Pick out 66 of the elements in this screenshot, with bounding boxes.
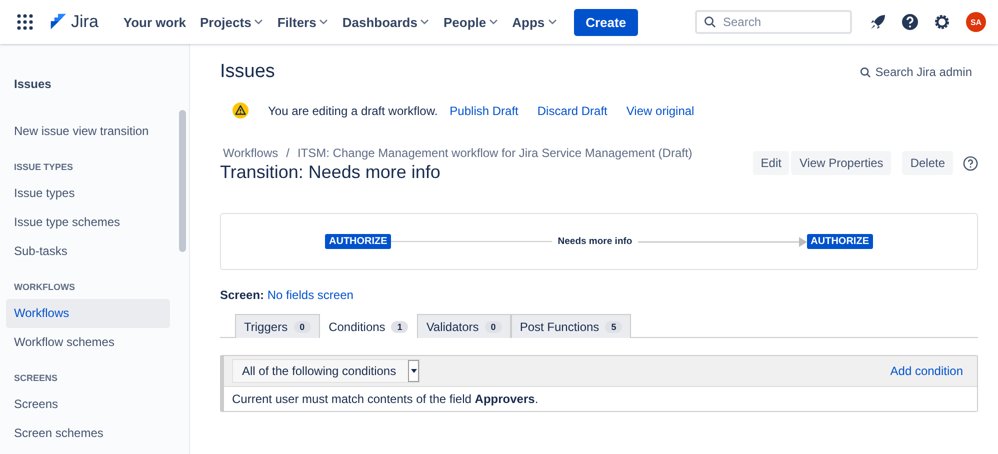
action-button[interactable]: Edit (752, 151, 790, 175)
draft-message: You are editing a draft workflow. (268, 104, 438, 118)
count-badge: 0 (484, 320, 502, 332)
sidebar-item[interactable]: Screens (6, 390, 170, 419)
user-avatar[interactable]: SA (966, 12, 986, 32)
logo-icon[interactable] (49, 13, 67, 31)
breadcrumb-link[interactable]: ITSM: Change Management workflow for Jira Service Management (Draft) (297, 146, 692, 160)
sidebar-title: Issues (13, 76, 52, 93)
nav-menu-item[interactable]: Filters (270, 10, 336, 34)
tab[interactable]: Validators 0 (417, 314, 511, 338)
rocket-icon[interactable] (869, 13, 887, 31)
tab[interactable]: Post Functions 5 (510, 314, 632, 338)
nav-menu-item[interactable]: Dashboards (335, 10, 436, 34)
scrollbar[interactable] (179, 110, 186, 252)
search-icon (704, 16, 716, 28)
sidebar-item[interactable]: Issue types (6, 179, 170, 208)
status-lozenge: AUTHORIZE (806, 234, 873, 249)
section-heading: SCREENS (13, 372, 59, 385)
chevron-down-icon (319, 19, 328, 25)
create-button[interactable]: Create (574, 8, 638, 36)
screen-link[interactable]: No fields screen (267, 288, 354, 302)
breadcrumb-separator: / (286, 146, 290, 160)
chevron-down-icon (254, 19, 264, 25)
nav-menu-item[interactable]: Projects (193, 10, 270, 34)
draft-action-link[interactable]: Discard Draft (537, 104, 608, 118)
arrow-head-icon (798, 236, 807, 246)
nav-menu-item[interactable]: Your work (116, 10, 194, 34)
transition-name: Needs more info (558, 236, 632, 247)
product-name[interactable]: Jira (71, 12, 98, 32)
chevron-down-icon (548, 19, 557, 25)
breadcrumb-link[interactable]: Workflows (223, 146, 278, 160)
draft-action-link[interactable]: Publish Draft (450, 104, 518, 118)
chevron-down-icon (420, 19, 430, 25)
sidebar-item[interactable]: Workflows (6, 299, 170, 328)
page-title: Issues (220, 61, 275, 83)
count-badge: 0 (294, 320, 311, 332)
condition-select[interactable]: All of the following conditions (232, 359, 420, 383)
help-icon[interactable] (901, 13, 919, 31)
sidebar-item[interactable]: Workflow schemes (6, 328, 170, 357)
action-button[interactable]: Delete (902, 151, 953, 175)
nav-menu-item[interactable]: People (436, 10, 506, 34)
search-icon (860, 66, 872, 78)
sidebar-item[interactable]: Screen schemes (6, 419, 170, 448)
nav-menu-item[interactable]: Apps (505, 10, 564, 34)
section-heading: ISSUE TYPES (13, 161, 74, 174)
help-icon[interactable] (963, 156, 978, 170)
tab[interactable]: Triggers 0 (235, 314, 320, 338)
search-field[interactable]: Search (695, 10, 852, 34)
dropdown-arrow-icon (410, 369, 417, 373)
count-badge: 1 (391, 320, 408, 332)
warning-icon (232, 102, 249, 119)
screen-label: Screen: (220, 288, 264, 302)
search-admin-link[interactable]: Search Jira admin (860, 65, 972, 79)
add-condition-link[interactable]: Add condition (890, 364, 963, 378)
sidebar-item[interactable]: Sub-tasks (6, 237, 170, 266)
count-badge: 5 (605, 320, 622, 332)
sidebar-item[interactable]: Issue type schemes (6, 208, 170, 237)
sidebar-item[interactable]: New issue view transition (6, 117, 170, 146)
draft-action-link[interactable]: View original (626, 104, 694, 118)
action-button[interactable]: View Properties (791, 151, 892, 175)
app-switcher-icon[interactable] (17, 14, 33, 30)
chevron-down-icon (489, 19, 498, 25)
settings-icon[interactable] (933, 13, 951, 31)
transition-heading: Transition: Needs more info (220, 162, 442, 183)
status-lozenge: AUTHORIZE (325, 234, 392, 249)
section-heading: WORKFLOWS (13, 281, 76, 294)
